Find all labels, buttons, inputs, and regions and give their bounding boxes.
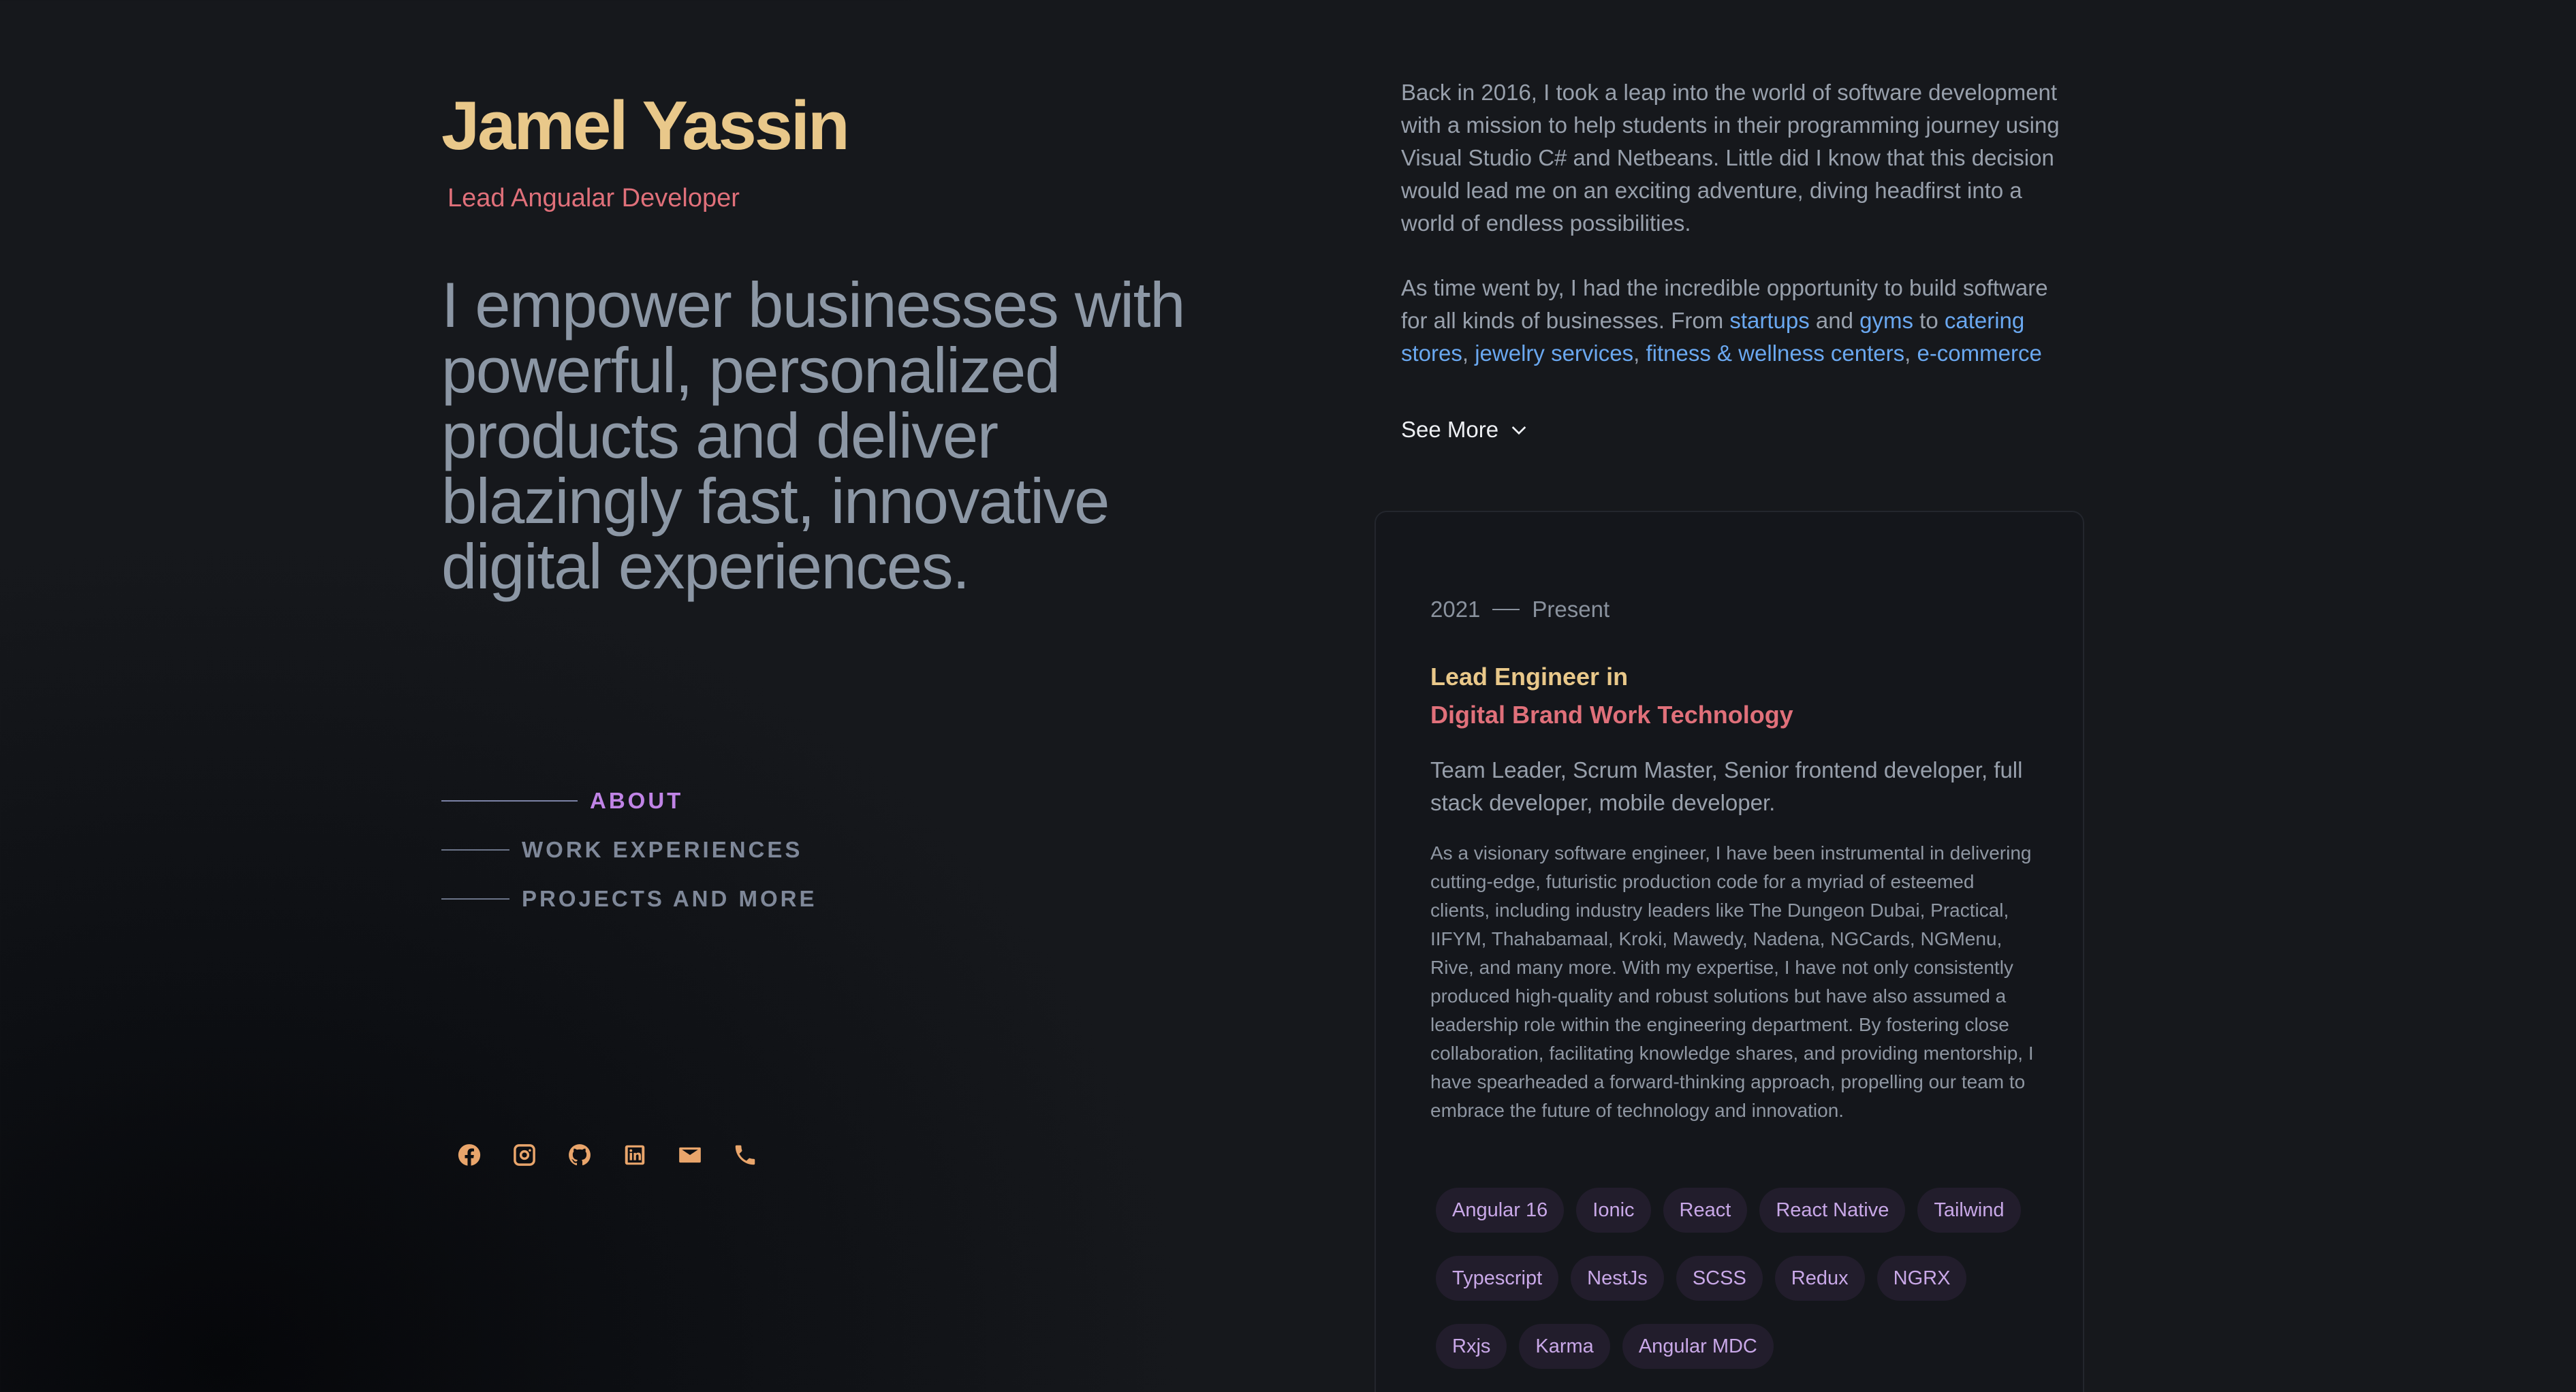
tech-tag: Angular 16 [1436, 1188, 1565, 1233]
tech-tag: Rxjs [1436, 1324, 1507, 1369]
profile-name: Jamel Yassin [441, 88, 850, 164]
tech-tag: NGRX [1876, 1256, 1967, 1301]
see-more-button[interactable]: See More [1401, 417, 1530, 443]
nav-indicator-line [441, 800, 578, 802]
about-text: to [1913, 308, 1945, 333]
tech-tag: Tailwind [1917, 1188, 2021, 1233]
about-text: and [1809, 308, 1860, 333]
nav-label: WORK EXPERIENCES [522, 837, 803, 862]
instagram-link[interactable] [497, 1137, 552, 1173]
tech-tag: Karma [1519, 1324, 1610, 1369]
facebook-icon [458, 1144, 480, 1166]
profile-role: Lead Angualar Developer [447, 184, 740, 212]
portfolio-page: Jamel Yassin Lead Angualar Developer I e… [0, 0, 2576, 1392]
github-link[interactable] [552, 1137, 607, 1173]
nav-indicator-line [441, 898, 509, 900]
section-nav: ABOUT WORK EXPERIENCES PROJECTS AND MORE [441, 776, 817, 923]
job-position: Lead Engineer in [1430, 663, 1629, 691]
about-paragraph-2: As time went by, I had the incredible op… [1401, 272, 2062, 370]
mail-icon [678, 1147, 701, 1163]
phone-link[interactable] [717, 1137, 772, 1173]
email-link[interactable] [662, 1137, 717, 1173]
link-ecommerce[interactable]: e-commerce [1917, 341, 2041, 366]
tech-tag: Angular MDC [1622, 1324, 1774, 1369]
link-startups[interactable]: startups [1729, 308, 1809, 333]
headline: I empower businesses with powerful, pers… [441, 269, 1186, 602]
experience-card[interactable]: 2021 Present Lead Engineer in Digital Br… [1375, 511, 2084, 1392]
date-start: 2021 [1430, 597, 1481, 622]
github-icon [568, 1144, 591, 1166]
job-title: Lead Engineer in Digital Brand Work Tech… [1430, 658, 1793, 734]
link-fitness-wellness[interactable]: fitness & wellness centers [1646, 341, 1904, 366]
tech-tag: Ionic [1576, 1188, 1651, 1233]
tech-tags: Angular 16 Ionic React React Native Tail… [1436, 1188, 2049, 1369]
tech-tag: SCSS [1676, 1256, 1763, 1301]
nav-label: ABOUT [590, 788, 684, 813]
about-text: , [1462, 341, 1475, 366]
tech-tag: Typescript [1436, 1256, 1559, 1301]
nav-item-about[interactable]: ABOUT [441, 776, 817, 825]
tech-tag: NestJs [1571, 1256, 1664, 1301]
nav-item-projects[interactable]: PROJECTS AND MORE [441, 874, 817, 923]
nav-item-work-experiences[interactable]: WORK EXPERIENCES [441, 825, 817, 874]
facebook-link[interactable] [441, 1137, 497, 1173]
linkedin-icon [625, 1145, 644, 1165]
about-paragraph-1: Back in 2016, I took a leap into the wor… [1401, 80, 2060, 236]
link-jewelry-services[interactable]: jewelry services [1475, 341, 1633, 366]
instagram-icon [513, 1144, 535, 1166]
link-gyms[interactable]: gyms [1859, 308, 1913, 333]
company-name: Digital Brand Work Technology [1430, 701, 1793, 729]
nav-indicator-line [441, 849, 509, 851]
job-description: As a visionary software engineer, I have… [1430, 842, 2034, 1121]
tech-tag: React [1663, 1188, 1748, 1233]
phone-icon [735, 1145, 755, 1165]
chevron-down-icon [1511, 426, 1526, 435]
job-roles: Team Leader, Scrum Master, Senior fronte… [1430, 757, 2023, 815]
about-text: , [1904, 341, 1917, 366]
social-links [441, 1137, 772, 1173]
experience-dates: 2021 Present [1430, 597, 1609, 622]
date-end: Present [1532, 597, 1610, 622]
tech-tag: Redux [1774, 1256, 1865, 1301]
about-text: , [1633, 341, 1646, 366]
nav-label: PROJECTS AND MORE [522, 886, 817, 911]
date-separator [1492, 609, 1520, 610]
see-more-label: See More [1401, 417, 1499, 442]
linkedin-link[interactable] [607, 1137, 662, 1173]
tech-tag: React Native [1759, 1188, 1906, 1233]
